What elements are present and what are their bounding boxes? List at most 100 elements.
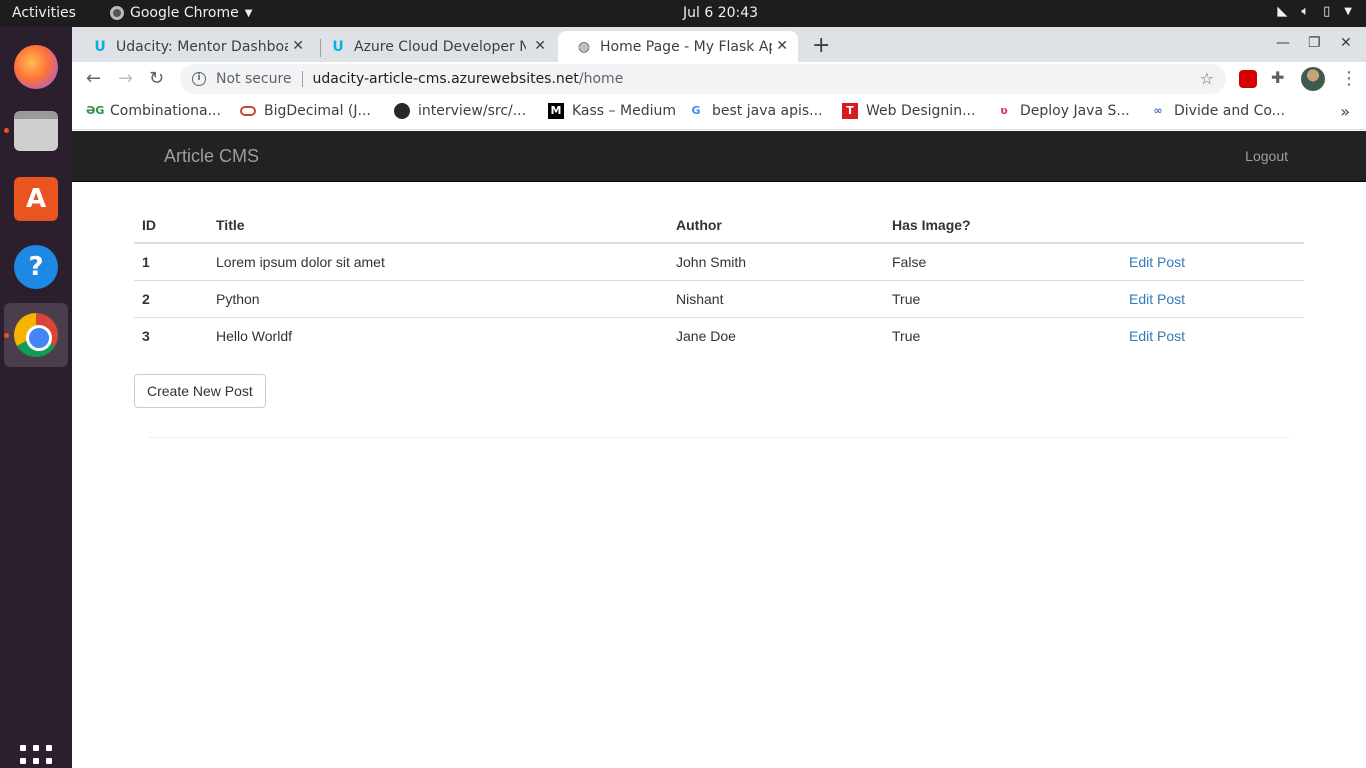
- app-menu-label: Google Chrome: [130, 5, 239, 21]
- tab-azure-cloud[interactable]: U Azure Cloud Developer Na ✕: [312, 31, 556, 62]
- posts-table: ID Title Author Has Image? 1 Lorem ipsum…: [134, 203, 1304, 354]
- back-icon[interactable]: ←: [86, 68, 101, 89]
- main-content: ID Title Author Has Image? 1 Lorem ipsum…: [134, 203, 1304, 408]
- activities-button[interactable]: Activities: [12, 5, 76, 21]
- chrome-icon: [14, 313, 58, 357]
- bookmark-item[interactable]: interview/src/...: [394, 103, 526, 119]
- bookmark-item[interactable]: T Web Designin...: [842, 103, 975, 119]
- cell-author: Nishant: [668, 279, 884, 317]
- cell-id: 2: [134, 279, 208, 317]
- dock-files[interactable]: [4, 99, 68, 163]
- bookmark-label: interview/src/...: [418, 103, 527, 119]
- close-icon[interactable]: ✕: [292, 38, 304, 54]
- column-header-actions: [1121, 203, 1304, 244]
- bookmark-item[interactable]: ƏG Combinationa...: [86, 103, 221, 119]
- tab-home-page[interactable]: ◍ Home Page - My Flask App ✕: [558, 31, 798, 62]
- tab-title: Azure Cloud Developer Na: [354, 38, 526, 55]
- forward-icon[interactable]: →: [118, 68, 133, 89]
- column-header-id: ID: [134, 203, 208, 244]
- bookmark-star-icon[interactable]: ☆: [1200, 69, 1214, 88]
- bookmarks-bar: ƏG Combinationa... BigDecimal (J... inte…: [72, 96, 1366, 130]
- column-header-title: Title: [208, 203, 668, 244]
- bookmark-item[interactable]: ʋ Deploy Java S...: [996, 103, 1130, 119]
- close-icon[interactable]: ✕: [534, 38, 546, 54]
- dock-software[interactable]: A: [4, 167, 68, 231]
- edit-post-link[interactable]: Edit Post: [1129, 254, 1185, 270]
- cell-author: Jane Doe: [668, 316, 884, 354]
- cell-action: Edit Post: [1121, 316, 1304, 354]
- cell-has-image: True: [884, 279, 1121, 317]
- site-brand[interactable]: Article CMS: [164, 146, 259, 167]
- cell-id: 1: [142, 253, 150, 270]
- security-label[interactable]: Not secure: [216, 71, 292, 87]
- tutorialspoint-icon: T: [842, 103, 858, 119]
- extension-icon[interactable]: [1239, 70, 1257, 88]
- bookmark-label: Web Designin...: [866, 103, 976, 119]
- url-path[interactable]: /home: [579, 71, 623, 87]
- show-applications-icon[interactable]: [20, 745, 52, 768]
- divider: [301, 71, 303, 87]
- cell-title: Lorem ipsum dolor sit amet: [216, 253, 385, 270]
- wifi-icon: ◣: [1277, 4, 1288, 19]
- geeksforgeeks-icon: ƏG: [86, 104, 105, 117]
- cell-title: Python: [208, 279, 668, 317]
- cell-author: John Smith: [676, 253, 747, 270]
- cell-has-image: True: [884, 316, 1121, 354]
- cell-id: 3: [134, 316, 208, 354]
- restore-icon[interactable]: ❐: [1308, 35, 1321, 51]
- reload-icon[interactable]: ↻: [149, 68, 164, 89]
- address-bar[interactable]: i Not secure udacity-article-cms.azurewe…: [180, 64, 1226, 94]
- tab-udacity-mentor[interactable]: U Udacity: Mentor Dashboard ✕: [74, 31, 314, 62]
- app-menu[interactable]: Google Chrome ▼: [110, 5, 252, 21]
- site-navbar: Article CMS Logout: [72, 131, 1366, 182]
- help-icon: ?: [14, 245, 58, 289]
- system-tray[interactable]: ◣ 🔈︎ ▯ ▼: [1277, 4, 1352, 19]
- bookmark-item[interactable]: ∞ Divide and Co...: [1150, 103, 1285, 119]
- google-icon: G: [691, 104, 701, 117]
- info-icon[interactable]: i: [192, 72, 206, 86]
- system-top-bar: Activities Google Chrome ▼ Jul 6 20:43 ◣…: [0, 0, 1366, 27]
- bookmark-label: Deploy Java S...: [1020, 103, 1130, 119]
- link-icon: ∞: [1153, 104, 1163, 117]
- new-tab-icon[interactable]: +: [812, 33, 830, 58]
- clock[interactable]: Jul 6 20:43: [683, 5, 758, 21]
- files-icon: [14, 111, 58, 151]
- cell-action: Edit Post: [1121, 243, 1304, 280]
- github-icon: [394, 103, 410, 119]
- divider: [149, 437, 1289, 438]
- caret-down-icon: ▼: [244, 7, 253, 19]
- cell-has-image: False: [892, 253, 927, 270]
- edit-post-link[interactable]: Edit Post: [1129, 291, 1185, 307]
- profile-avatar[interactable]: [1301, 67, 1325, 91]
- create-new-post-button[interactable]: Create New Post: [134, 374, 266, 408]
- dock-help[interactable]: ?: [4, 235, 68, 299]
- bookmark-label: BigDecimal (J...: [264, 103, 371, 119]
- chevron-double-right-icon[interactable]: »: [1340, 102, 1350, 121]
- tab-strip: U Udacity: Mentor Dashboard ✕ U Azure Cl…: [72, 27, 1366, 62]
- dock-firefox[interactable]: [4, 35, 68, 99]
- table-row: 3 Hello Worldf Jane Doe True Edit Post: [134, 316, 1304, 354]
- medium-icon: M: [548, 103, 564, 119]
- url-host[interactable]: udacity-article-cms.azurewebsites.net: [313, 71, 579, 87]
- table-header-row: ID Title Author Has Image?: [134, 203, 1304, 244]
- caret-down-icon: ▼: [1344, 6, 1352, 17]
- edit-post-link[interactable]: Edit Post: [1129, 328, 1185, 344]
- bookmark-item[interactable]: BigDecimal (J...: [240, 103, 371, 119]
- chrome-icon: [110, 6, 124, 20]
- running-indicator: [4, 333, 9, 338]
- bookmark-item[interactable]: M Kass – Medium: [548, 103, 676, 119]
- dock-chrome[interactable]: [4, 303, 68, 367]
- logout-link[interactable]: Logout: [1245, 148, 1288, 164]
- bookmark-item[interactable]: G best java apis...: [688, 103, 823, 119]
- menu-kebab-icon[interactable]: ⋮: [1340, 68, 1358, 89]
- close-icon[interactable]: ✕: [776, 38, 788, 54]
- window-close-icon[interactable]: ✕: [1340, 35, 1352, 51]
- column-header-author: Author: [668, 203, 884, 244]
- minimize-icon[interactable]: —: [1276, 35, 1290, 51]
- extensions-puzzle-icon[interactable]: ✚: [1271, 68, 1289, 87]
- column-header-has-image: Has Image?: [884, 203, 1121, 244]
- bookmark-label: best java apis...: [712, 103, 823, 119]
- bookmark-label: Combinationa...: [110, 103, 221, 119]
- battery-icon: ▯: [1323, 4, 1331, 19]
- cell-action: Edit Post: [1121, 279, 1304, 317]
